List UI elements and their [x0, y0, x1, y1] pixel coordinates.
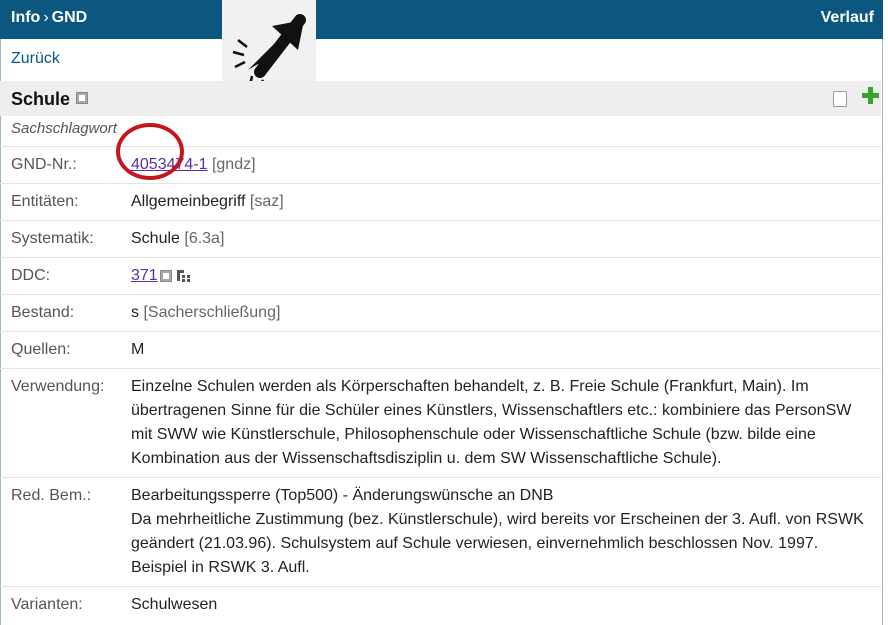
square-info-icon[interactable]: [76, 92, 89, 105]
row-quellen: Quellen: M: [0, 331, 881, 368]
label-entities: Entitäten:: [11, 193, 79, 210]
detail-table: GND-Nr.: 4053474-1 [gndz] Entitäten: All…: [0, 146, 881, 623]
row-red-bem: Red. Bem.: Bearbeitungssperre (Top500) -…: [0, 477, 881, 586]
copy-icon[interactable]: [829, 88, 847, 107]
entities-value: Allgemeinbegriff: [131, 193, 246, 210]
label-ddc: DDC:: [11, 267, 51, 284]
top-bar: Info › GND Verlauf: [0, 0, 883, 39]
history-link[interactable]: Verlauf: [821, 9, 874, 27]
record-title-text: Schule: [11, 89, 71, 109]
label-varianten: Varianten:: [11, 596, 83, 613]
gnd-number-link[interactable]: 4053474-1: [131, 156, 208, 173]
breadcrumb: Info › GND: [11, 9, 87, 27]
label-bestand: Bestand:: [11, 304, 75, 321]
breadcrumb-info[interactable]: Info: [11, 9, 40, 26]
bestand-value: s: [131, 304, 139, 321]
label-quellen: Quellen:: [11, 341, 71, 358]
systematik-suffix: [6.3a]: [179, 230, 225, 247]
label-verwendung: Verwendung:: [11, 378, 105, 395]
plus-icon[interactable]: [862, 87, 879, 104]
quellen-value: M: [131, 341, 145, 358]
red-bem-line2: Da mehrheitliche Zustimmung (bez. Künstl…: [131, 511, 864, 576]
breadcrumb-gnd[interactable]: GND: [52, 9, 88, 26]
row-systematik: Systematik: Schule [6.3a]: [0, 220, 881, 257]
bestand-suffix: [Sacherschließung]: [139, 304, 281, 321]
row-varianten: Varianten: Schulwesen: [0, 586, 881, 623]
row-gnd-number: GND-Nr.: 4053474-1 [gndz]: [0, 146, 881, 183]
row-entities: Entitäten: Allgemeinbegriff [saz]: [0, 183, 881, 220]
record-title: Schule: [11, 89, 89, 110]
record-subtype: Sachschlagwort: [11, 120, 117, 137]
hierarchy-icon[interactable]: [176, 269, 194, 283]
entities-suffix: [saz]: [245, 193, 284, 210]
systematik-value: Schule: [131, 230, 180, 247]
back-link[interactable]: Zurück: [11, 50, 60, 68]
row-bestand: Bestand: s [Sacherschließung]: [0, 294, 881, 331]
gnd-number-suffix: [gndz]: [207, 156, 256, 173]
label-gnd-number: GND-Nr.:: [11, 156, 77, 173]
row-verwendung: Verwendung: Einzelne Schulen werden als …: [0, 368, 881, 477]
breadcrumb-separator: ›: [43, 9, 49, 26]
varianten-value: Schulwesen: [131, 596, 218, 613]
row-ddc: DDC: 371: [0, 257, 881, 294]
label-systematik: Systematik:: [11, 230, 94, 247]
ddc-link[interactable]: 371: [131, 267, 158, 284]
label-red-bem: Red. Bem.:: [11, 487, 92, 504]
red-bem-line1: Bearbeitungssperre (Top500) - Änderungsw…: [131, 487, 554, 504]
square-info-icon[interactable]: [159, 269, 172, 282]
record-header: [0, 81, 881, 116]
verwendung-value: Einzelne Schulen werden als Körperschaft…: [131, 378, 852, 467]
